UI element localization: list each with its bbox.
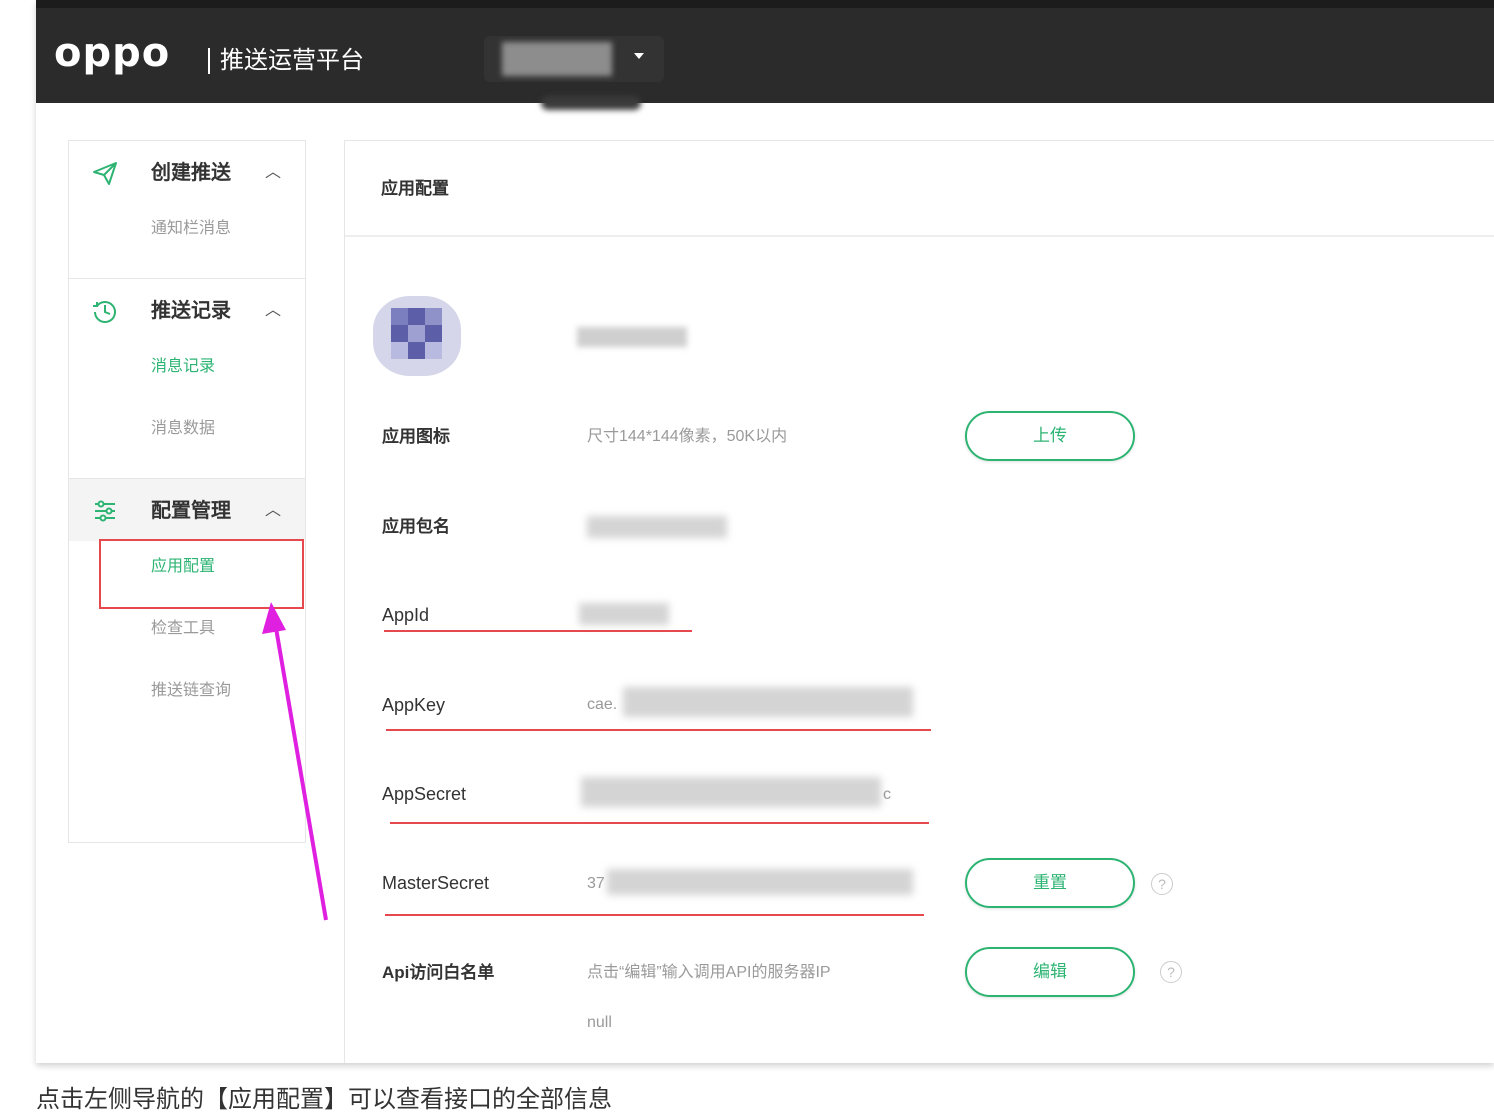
mastersecret-value-redacted xyxy=(607,869,913,895)
appsecret-label: AppSecret xyxy=(382,784,467,804)
chevron-up-icon[interactable]: ︿ xyxy=(265,497,281,525)
api-whitelist-hint: 点击“编辑”输入调用API的服务器IP xyxy=(587,964,831,981)
chevron-up-icon[interactable]: ︿ xyxy=(265,297,281,325)
nav-group-config-management: 配置管理 ︿ 应用配置 检查工具 推送链查询 xyxy=(69,479,305,843)
top-navigation-bar: oppo 推送运营平台 xyxy=(36,0,1494,110)
nav-group-title: 创建推送 xyxy=(151,162,231,184)
appsecret-suffix: c xyxy=(883,786,891,803)
page-title: 应用配置 xyxy=(381,179,449,198)
appid-value-redacted xyxy=(579,603,669,625)
app-icon-hint: 尺寸144*144像素，50K以内 xyxy=(587,428,788,445)
appkey-label: AppKey xyxy=(382,695,446,715)
nav-group-header[interactable]: 推送记录 ︿ xyxy=(69,279,305,341)
send-icon xyxy=(93,162,117,185)
mastersecret-prefix: 37 xyxy=(587,875,605,892)
appid-label: AppId xyxy=(382,605,430,625)
chevron-up-icon[interactable]: ︿ xyxy=(265,159,281,187)
api-whitelist-label: Api访问白名单 xyxy=(382,963,495,982)
upload-button[interactable]: 上传 xyxy=(965,411,1135,461)
annotation-highlight-box xyxy=(99,539,304,609)
caret-down-icon xyxy=(634,53,644,59)
sidebar-item-push-chain-query[interactable]: 推送链查询 xyxy=(151,679,231,703)
api-whitelist-value: null xyxy=(587,1014,612,1031)
app-icon-label: 应用图标 xyxy=(382,427,450,446)
account-name-redacted xyxy=(502,42,612,76)
appsecret-value-redacted xyxy=(581,777,881,807)
annotation-underline xyxy=(385,914,924,916)
sidebar-item-notification-message[interactable]: 通知栏消息 xyxy=(151,217,231,241)
help-icon[interactable]: ? xyxy=(1160,961,1182,983)
main-content-panel: 应用配置 应用图标 尺寸144*144像素，50K以内 上传 应用包名 AppI… xyxy=(344,140,1494,1063)
annotation-underline xyxy=(386,729,931,731)
package-name-redacted xyxy=(587,516,727,538)
caption-text: 点击左侧导航的【应用配置】可以查看接口的全部信息 xyxy=(36,1086,612,1113)
annotation-underline xyxy=(384,630,692,632)
oppo-logo[interactable]: oppo xyxy=(54,33,170,73)
nav-group-header[interactable]: 配置管理 ︿ xyxy=(69,479,305,541)
platform-title: 推送运营平台 xyxy=(220,47,364,74)
appkey-value-redacted xyxy=(623,687,913,717)
sidebar-item-message-data[interactable]: 消息数据 xyxy=(151,417,215,441)
nav-group-push-records: 推送记录 ︿ 消息记录 消息数据 xyxy=(69,279,305,479)
sidebar-item-check-tool[interactable]: 检查工具 xyxy=(151,617,215,641)
sidebar-item-message-records[interactable]: 消息记录 xyxy=(151,355,215,379)
sidebar: 创建推送 ︿ 通知栏消息 推送记录 ︿ 消息记录 消息数据 配置管理 ︿ 应用配… xyxy=(68,140,306,843)
app-icon-image xyxy=(373,296,461,376)
nav-group-title: 推送记录 xyxy=(151,300,231,322)
account-selector[interactable] xyxy=(484,36,664,82)
history-icon xyxy=(93,301,116,323)
appkey-prefix: cae. xyxy=(587,696,618,713)
screenshot-frame: oppo 推送运营平台 创建推送 ︿ 通知栏消息 推送记录 ︿ 消息记录 消息数… xyxy=(36,0,1494,1063)
help-icon[interactable]: ? xyxy=(1151,873,1173,895)
logo-divider xyxy=(208,48,210,74)
nav-group-title: 配置管理 xyxy=(151,500,231,522)
nav-group-create-push: 创建推送 ︿ 通知栏消息 xyxy=(69,141,305,279)
nav-group-header[interactable]: 创建推送 ︿ xyxy=(69,141,305,203)
content-header: 应用配置 xyxy=(345,141,1494,237)
redaction-blur xyxy=(541,96,641,110)
mastersecret-label: MasterSecret xyxy=(382,873,490,893)
annotation-underline xyxy=(390,822,929,824)
reset-button[interactable]: 重置 xyxy=(965,858,1135,908)
package-name-label: 应用包名 xyxy=(382,517,450,536)
edit-button[interactable]: 编辑 xyxy=(965,947,1135,997)
app-name-redacted xyxy=(577,327,687,347)
settings-sliders-icon xyxy=(95,500,115,522)
